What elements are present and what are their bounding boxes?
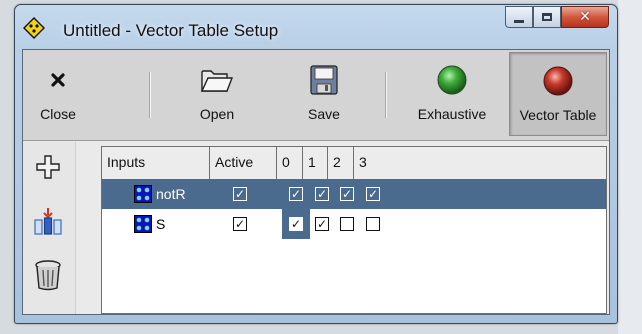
vector-table-button[interactable]: Vector Table (509, 52, 607, 136)
vector-1-checkbox-cell: ✓ (315, 179, 329, 209)
vector-2-checkbox-cell: ✓ (340, 179, 354, 209)
input-name-cell: S (134, 209, 165, 239)
vector-table-setup-window: Untitled - Vector Table Setup ✕ Close Op… (14, 4, 618, 324)
close-window-button[interactable]: ✕ (561, 6, 609, 28)
vector-table: Inputs Active 0 1 2 3 notR ✓ ✓ ✓ ✓ ✓ S ✓ ✓ ✓ (101, 146, 607, 314)
close-button[interactable]: Close (27, 52, 89, 136)
exhaustive-button[interactable]: Exhaustive (401, 52, 503, 136)
window-title: Untitled - Vector Table Setup (63, 21, 279, 40)
vector-0-checkbox[interactable]: ✓ (289, 187, 303, 201)
column-header-0[interactable]: 0 (277, 147, 303, 179)
column-header-2[interactable]: 2 (328, 147, 354, 179)
table-header: Inputs Active 0 1 2 3 (102, 147, 606, 180)
column-header-3[interactable]: 3 (354, 147, 606, 179)
vector-0-checkbox[interactable]: ✓ (289, 217, 303, 231)
vector-2-checkbox[interactable]: ✓ (340, 187, 354, 201)
vector-table-label: Vector Table (519, 107, 597, 123)
delete-button[interactable] (31, 259, 65, 296)
vector-3-checkbox-cell: ✓ (366, 179, 380, 209)
insert-vector-button[interactable] (31, 206, 65, 240)
vector-1-checkbox[interactable]: ✓ (315, 187, 329, 201)
vector-3-checkbox-cell (366, 209, 380, 239)
active-checkbox[interactable]: ✓ (233, 187, 247, 201)
input-name: S (156, 216, 166, 232)
floppy-disk-icon (306, 62, 342, 98)
toolbar-separator (149, 72, 151, 118)
client-area: Close Open Save Exhaustive Vector Table … (22, 49, 610, 315)
vector-1-checkbox[interactable]: ✓ (315, 217, 329, 231)
open-label: Open (199, 106, 235, 122)
vector-2-checkbox-cell (340, 209, 354, 239)
red-led-icon (540, 63, 576, 99)
title-bar[interactable]: Untitled - Vector Table Setup ✕ (15, 5, 617, 49)
input-name-cell: notR (134, 179, 186, 209)
exhaustive-label: Exhaustive (417, 106, 487, 122)
add-button[interactable] (31, 152, 65, 186)
side-toolbar (23, 142, 76, 314)
column-header-active[interactable]: Active (210, 147, 277, 179)
active-checkbox-cell: ✓ (233, 209, 247, 239)
vector-3-checkbox[interactable] (366, 217, 380, 231)
active-checkbox[interactable]: ✓ (233, 217, 247, 231)
close-icon: ✕ (579, 9, 591, 25)
vector-0-checkbox-cell: ✓ (289, 209, 303, 239)
insert-vector-icon (33, 206, 63, 241)
save-label: Save (308, 106, 340, 122)
column-header-inputs[interactable]: Inputs (102, 147, 210, 179)
column-header-1[interactable]: 1 (303, 147, 328, 179)
vector-2-checkbox[interactable] (340, 217, 354, 231)
input-name: notR (156, 186, 186, 202)
green-led-icon (434, 62, 470, 98)
toolbar-separator (385, 72, 387, 118)
add-icon (35, 154, 61, 185)
maximize-button[interactable] (533, 6, 561, 28)
minimize-icon (514, 19, 524, 23)
table-row[interactable]: notR ✓ ✓ ✓ ✓ ✓ (102, 179, 606, 209)
close-label: Close (40, 106, 76, 122)
active-checkbox-cell: ✓ (233, 179, 247, 209)
vector-1-checkbox-cell: ✓ (315, 209, 329, 239)
minimize-button[interactable] (505, 6, 533, 28)
open-button[interactable]: Open (183, 52, 251, 136)
maximize-icon (542, 13, 552, 21)
save-button[interactable]: Save (295, 52, 353, 136)
app-icon (23, 17, 45, 39)
input-pin-icon (134, 215, 152, 233)
table-row[interactable]: S ✓ ✓ ✓ (102, 209, 606, 239)
trash-icon (34, 259, 62, 296)
vector-0-checkbox-cell: ✓ (289, 179, 303, 209)
caption-buttons: ✕ (505, 6, 609, 28)
input-pin-icon (134, 185, 152, 203)
vector-3-checkbox[interactable]: ✓ (366, 187, 380, 201)
x-icon (40, 62, 76, 98)
folder-open-icon (199, 62, 235, 98)
toolbar: Close Open Save Exhaustive Vector Table (23, 50, 609, 141)
